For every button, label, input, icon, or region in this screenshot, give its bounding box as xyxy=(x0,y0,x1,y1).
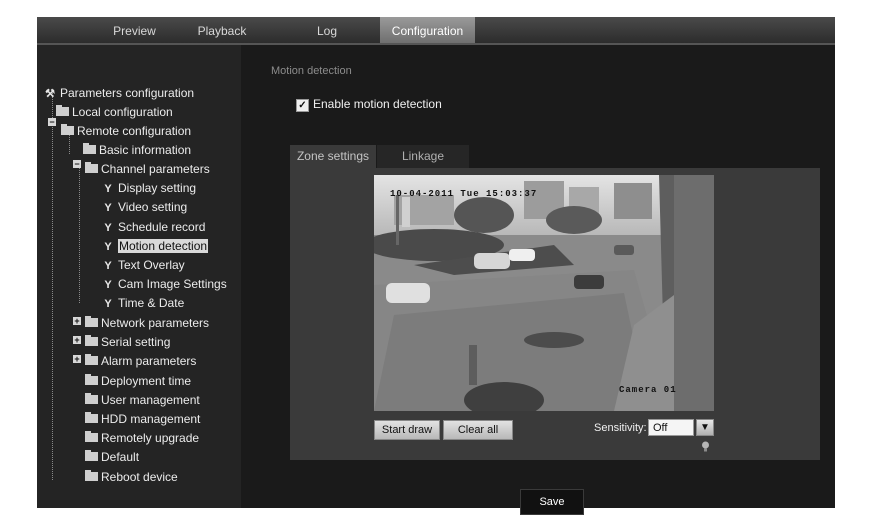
sidebar-item-label: Alarm parameters xyxy=(101,354,197,368)
sidebar-item-user-management[interactable]: User management xyxy=(85,391,200,410)
fork-icon: Y xyxy=(104,279,112,291)
sidebar-item-cam-image-settings[interactable]: Y Cam Image Settings xyxy=(103,275,227,294)
sensitivity-select[interactable]: Off xyxy=(648,419,694,436)
folder-icon xyxy=(85,393,98,405)
sidebar-item-label: Default xyxy=(101,450,140,464)
sidebar-item-label: Serial setting xyxy=(101,335,171,349)
folder-icon xyxy=(85,162,98,174)
sidebar-root-label: Parameters configuration xyxy=(60,86,195,100)
folder-icon xyxy=(85,431,98,443)
camera-live-view[interactable]: 10-04-2011 Tue 15:03:37 Camera 01 xyxy=(374,175,714,411)
collapse-icon[interactable]: − xyxy=(73,160,81,169)
fork-icon: Y xyxy=(104,241,112,253)
sidebar-item-video-setting[interactable]: Y Video setting xyxy=(103,198,187,217)
expand-icon[interactable]: + xyxy=(73,355,81,364)
sidebar-item-network-parameters[interactable]: Network parameters xyxy=(85,314,209,333)
tree-connector xyxy=(52,91,53,480)
tab-linkage[interactable]: Linkage xyxy=(377,145,469,169)
tree-connector xyxy=(79,168,80,303)
tab-preview[interactable]: Preview xyxy=(87,17,182,43)
sidebar-item-label: Network parameters xyxy=(101,316,210,330)
expand-icon[interactable]: + xyxy=(73,317,81,326)
sidebar-item-reboot-device[interactable]: Reboot device xyxy=(85,468,178,487)
sidebar-item-serial-setting[interactable]: Serial setting xyxy=(85,333,170,352)
fork-icon: Y xyxy=(104,222,112,234)
tab-log[interactable]: Log xyxy=(287,17,367,43)
collapse-icon[interactable]: − xyxy=(48,118,56,127)
sensitivity-label: Sensitivity: xyxy=(594,422,647,434)
sidebar-item-label: Channel parameters xyxy=(101,162,210,176)
app-frame: Preview Playback Log Configuration ⚒ Para… xyxy=(37,17,835,515)
fork-icon: Y xyxy=(104,202,112,214)
folder-icon xyxy=(56,105,69,117)
clear-all-button[interactable]: Clear all xyxy=(443,420,513,440)
sidebar-item-remote-configuration[interactable]: Remote configuration xyxy=(61,122,191,141)
folder-icon xyxy=(85,450,98,462)
fork-icon: Y xyxy=(104,298,112,310)
tab-playback[interactable]: Playback xyxy=(182,17,262,43)
sidebar-item-basic-information[interactable]: Basic information xyxy=(83,141,191,160)
sidebar-item-channel-parameters[interactable]: Channel parameters xyxy=(85,160,210,179)
folder-icon xyxy=(85,354,98,366)
tab-zone-settings[interactable]: Zone settings xyxy=(290,145,376,169)
sidebar-item-time-date[interactable]: Y Time & Date xyxy=(103,294,184,313)
sidebar-item-label: Video setting xyxy=(118,200,188,214)
lightbulb-icon xyxy=(701,440,710,452)
chevron-down-icon[interactable]: ▼ xyxy=(696,419,714,436)
sidebar-item-label: Cam Image Settings xyxy=(118,277,227,291)
sidebar-item-default[interactable]: Default xyxy=(85,448,139,467)
sidebar-item-schedule-record[interactable]: Y Schedule record xyxy=(103,218,205,237)
sidebar-item-label: Text Overlay xyxy=(118,258,185,272)
sidebar-item-remotely-upgrade[interactable]: Remotely upgrade xyxy=(85,429,199,448)
tab-configuration[interactable]: Configuration xyxy=(380,17,475,43)
sidebar-tree: ⚒ Parameters configuration Local configur… xyxy=(37,45,241,508)
folder-icon xyxy=(83,143,96,155)
folder-icon xyxy=(85,412,98,424)
sidebar-item-label: Remote configuration xyxy=(77,124,192,138)
folder-icon xyxy=(85,374,98,386)
sidebar-item-deployment-time[interactable]: Deployment time xyxy=(85,372,191,391)
folder-icon xyxy=(85,335,98,347)
main-content: Motion detection ✓ Enable motion detecti… xyxy=(241,45,835,515)
fork-icon: Y xyxy=(104,183,112,195)
camera-label: Camera 01 xyxy=(619,385,677,395)
video-timestamp: 10-04-2011 Tue 15:03:37 xyxy=(390,189,538,199)
sensitivity-value: Off xyxy=(653,422,668,434)
section-title: Motion detection xyxy=(271,65,352,77)
sidebar-item-hdd-management[interactable]: HDD management xyxy=(85,410,200,429)
sidebar-item-label: HDD management xyxy=(101,412,201,426)
expand-icon[interactable]: + xyxy=(73,336,81,345)
sidebar-item-display-setting[interactable]: Y Display setting xyxy=(103,179,196,198)
folder-icon xyxy=(85,470,98,482)
sidebar-item-label: User management xyxy=(101,393,200,407)
sidebar-item-label: Motion detection xyxy=(118,239,209,253)
sidebar-item-motion-detection[interactable]: Y Motion detection xyxy=(103,237,209,256)
sidebar-item-label: Deployment time xyxy=(101,374,192,388)
enable-motion-detection-label: Enable motion detection xyxy=(313,97,442,111)
start-draw-button[interactable]: Start draw xyxy=(374,420,440,440)
sidebar-item-label: Display setting xyxy=(118,181,197,195)
sidebar-item-label: Remotely upgrade xyxy=(101,431,200,445)
folder-icon xyxy=(61,124,74,136)
sidebar-item-label: Time & Date xyxy=(118,296,185,310)
sidebar-item-label: Schedule record xyxy=(118,220,206,234)
enable-motion-detection-checkbox[interactable]: ✓ xyxy=(296,99,309,112)
sidebar-item-label: Local configuration xyxy=(72,105,173,119)
sidebar-item-label: Reboot device xyxy=(101,470,178,484)
folder-icon xyxy=(85,316,98,328)
save-button[interactable]: Save xyxy=(520,489,584,515)
zone-settings-panel: 10-04-2011 Tue 15:03:37 Camera 01 Start … xyxy=(290,168,820,460)
sidebar-item-alarm-parameters[interactable]: Alarm parameters xyxy=(85,352,196,371)
sidebar-item-text-overlay[interactable]: Y Text Overlay xyxy=(103,256,185,275)
sidebar-item-local-configuration[interactable]: Local configuration xyxy=(56,103,173,122)
camera-scene xyxy=(374,175,714,411)
sidebar-item-label: Basic information xyxy=(99,143,192,157)
sidebar-root[interactable]: ⚒ Parameters configuration xyxy=(45,84,194,103)
top-nav-bar: Preview Playback Log Configuration xyxy=(37,17,835,45)
fork-icon: Y xyxy=(104,260,112,272)
wrench-icon: ⚒ xyxy=(45,88,55,100)
